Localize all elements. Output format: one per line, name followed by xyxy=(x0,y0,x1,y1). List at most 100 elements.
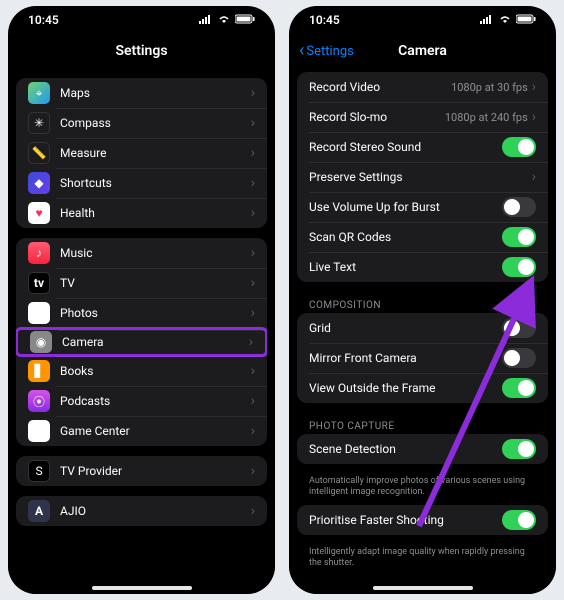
toggle-knob xyxy=(504,320,520,336)
settings-row-tvprovider[interactable]: STV Provider› xyxy=(16,456,267,486)
page-title: Settings xyxy=(115,43,167,59)
chevron-right-icon: › xyxy=(251,363,255,379)
books-icon: ▋ xyxy=(28,360,50,382)
settings-row-label: Photos xyxy=(60,306,251,320)
camera-row-prioritise-faster[interactable]: Prioritise Faster Shooting xyxy=(297,505,548,535)
camera-row-record-video[interactable]: Record Video1080p at 30 fps› xyxy=(297,72,548,102)
settings-row-label: AJIO xyxy=(60,504,251,518)
music-icon: ♪ xyxy=(28,242,50,264)
phone-camera: 10:45 ‹ Settings Camera Record Video1080… xyxy=(289,6,556,594)
volume-burst-toggle[interactable] xyxy=(502,197,536,217)
settings-row-ajio[interactable]: AAJIO› xyxy=(16,496,267,526)
camera-row-value: 1080p at 240 fps xyxy=(445,111,528,124)
settings-row-compass[interactable]: ✳Compass› xyxy=(16,108,267,138)
chevron-right-icon: › xyxy=(251,275,255,291)
settings-row-label: Measure xyxy=(60,146,251,160)
settings-group-thirdparty: AAJIO› xyxy=(16,496,267,526)
gamecenter-icon: ✦ xyxy=(28,420,50,442)
view-outside-toggle[interactable] xyxy=(502,378,536,398)
camera-row-scan-qr[interactable]: Scan QR Codes xyxy=(297,222,548,252)
grid-toggle[interactable] xyxy=(502,318,536,338)
settings-row-label: Compass xyxy=(60,116,251,130)
prioritise-faster-toggle[interactable] xyxy=(502,510,536,530)
battery-icon xyxy=(516,13,536,27)
scan-qr-toggle[interactable] xyxy=(502,227,536,247)
settings-row-maps[interactable]: ⌖ Maps› xyxy=(16,78,267,108)
settings-row-label: Maps xyxy=(60,86,251,100)
camera-row-view-outside[interactable]: View Outside the Frame xyxy=(297,373,548,403)
settings-row-photos[interactable]: ❀Photos› xyxy=(16,298,267,328)
camera-row-label: Scene Detection xyxy=(309,442,502,456)
maps-icon: ⌖ xyxy=(28,82,50,104)
camera-content[interactable]: Record Video1080p at 30 fps›Record Slo-m… xyxy=(289,68,556,594)
settings-row-podcasts[interactable]: ⦿Podcasts› xyxy=(16,386,267,416)
compass-icon: ✳ xyxy=(28,112,50,134)
chevron-right-icon: › xyxy=(532,169,536,185)
settings-row-measure[interactable]: 📏 Measure› xyxy=(16,138,267,168)
camera-group-faster: Prioritise Faster Shooting xyxy=(297,505,548,535)
signal-icon xyxy=(480,13,494,27)
camera-row-label: Use Volume Up for Burst xyxy=(309,200,502,214)
toggle-knob xyxy=(504,350,520,366)
camera-row-label: Prioritise Faster Shooting xyxy=(309,513,502,527)
toggle-knob xyxy=(518,229,534,245)
camera-row-label: Grid xyxy=(309,321,502,335)
chevron-right-icon: › xyxy=(251,145,255,161)
back-button[interactable]: ‹ Settings xyxy=(299,42,354,60)
ajio-icon: A xyxy=(28,500,50,522)
live-text-toggle[interactable] xyxy=(502,257,536,277)
section-footer-scene: Automatically improve photos of various … xyxy=(289,474,556,505)
settings-row-label: Game Center xyxy=(60,424,251,438)
chevron-right-icon: › xyxy=(251,175,255,191)
camera-icon: ◉ xyxy=(30,331,52,353)
camera-row-record-stereo[interactable]: Record Stereo Sound xyxy=(297,132,548,162)
nav-header-settings: Settings xyxy=(8,34,275,68)
phone-settings: 10:45 Settings ⌖Maps›✳Compass›📏Measure›◆… xyxy=(8,6,275,594)
camera-row-scene-detection[interactable]: Scene Detection xyxy=(297,434,548,464)
toggle-knob xyxy=(504,199,520,215)
shortcuts-icon: ◆ xyxy=(28,172,50,194)
settings-row-music[interactable]: ♪Music› xyxy=(16,238,267,268)
settings-row-gamecenter[interactable]: ✦Game Center› xyxy=(16,416,267,446)
measure-icon: 📏 xyxy=(28,142,50,164)
mirror-front-toggle[interactable] xyxy=(502,348,536,368)
home-indicator[interactable] xyxy=(92,586,192,590)
scene-detection-toggle[interactable] xyxy=(502,439,536,459)
section-header-composition: COMPOSITION xyxy=(289,292,556,313)
settings-row-books[interactable]: ▋Books› xyxy=(16,356,267,386)
camera-row-label: Mirror Front Camera xyxy=(309,351,502,365)
toggle-knob xyxy=(518,512,534,528)
chevron-right-icon: › xyxy=(251,205,255,221)
camera-row-record-slomo[interactable]: Record Slo-mo1080p at 240 fps› xyxy=(297,102,548,132)
camera-row-preserve-settings[interactable]: Preserve Settings› xyxy=(297,162,548,192)
settings-row-tv[interactable]: tvTV› xyxy=(16,268,267,298)
wifi-icon xyxy=(217,13,231,27)
toggle-knob xyxy=(518,259,534,275)
camera-row-mirror-front[interactable]: Mirror Front Camera xyxy=(297,343,548,373)
camera-group-main: Record Video1080p at 30 fps›Record Slo-m… xyxy=(297,72,548,282)
home-indicator[interactable] xyxy=(373,586,473,590)
camera-row-volume-burst[interactable]: Use Volume Up for Burst xyxy=(297,192,548,222)
chevron-right-icon: › xyxy=(251,305,255,321)
settings-row-label: Shortcuts xyxy=(60,176,251,190)
status-icons xyxy=(480,13,536,27)
signal-icon xyxy=(199,13,213,27)
settings-row-label: Camera xyxy=(62,335,249,349)
settings-content[interactable]: ⌖Maps›✳Compass›📏Measure›◆Shortcuts›♥Heal… xyxy=(8,68,275,594)
settings-row-camera[interactable]: ◉Camera› xyxy=(16,327,267,357)
chevron-right-icon: › xyxy=(532,79,536,95)
toggle-knob xyxy=(518,441,534,457)
record-stereo-toggle[interactable] xyxy=(502,137,536,157)
chevron-right-icon: › xyxy=(251,463,255,479)
camera-row-live-text[interactable]: Live Text xyxy=(297,252,548,282)
podcasts-icon: ⦿ xyxy=(28,390,50,412)
page-title: Camera xyxy=(398,43,447,59)
settings-group-builtin: ⌖Maps›✳Compass›📏Measure›◆Shortcuts›♥Heal… xyxy=(16,78,267,228)
camera-row-grid[interactable]: Grid xyxy=(297,313,548,343)
settings-row-health[interactable]: ♥Health› xyxy=(16,198,267,228)
chevron-right-icon: › xyxy=(251,245,255,261)
settings-row-shortcuts[interactable]: ◆ Shortcuts› xyxy=(16,168,267,198)
section-footer-faster: Intelligently adapt image quality when r… xyxy=(289,545,556,576)
settings-row-label: TV xyxy=(60,276,251,290)
chevron-right-icon: › xyxy=(251,85,255,101)
